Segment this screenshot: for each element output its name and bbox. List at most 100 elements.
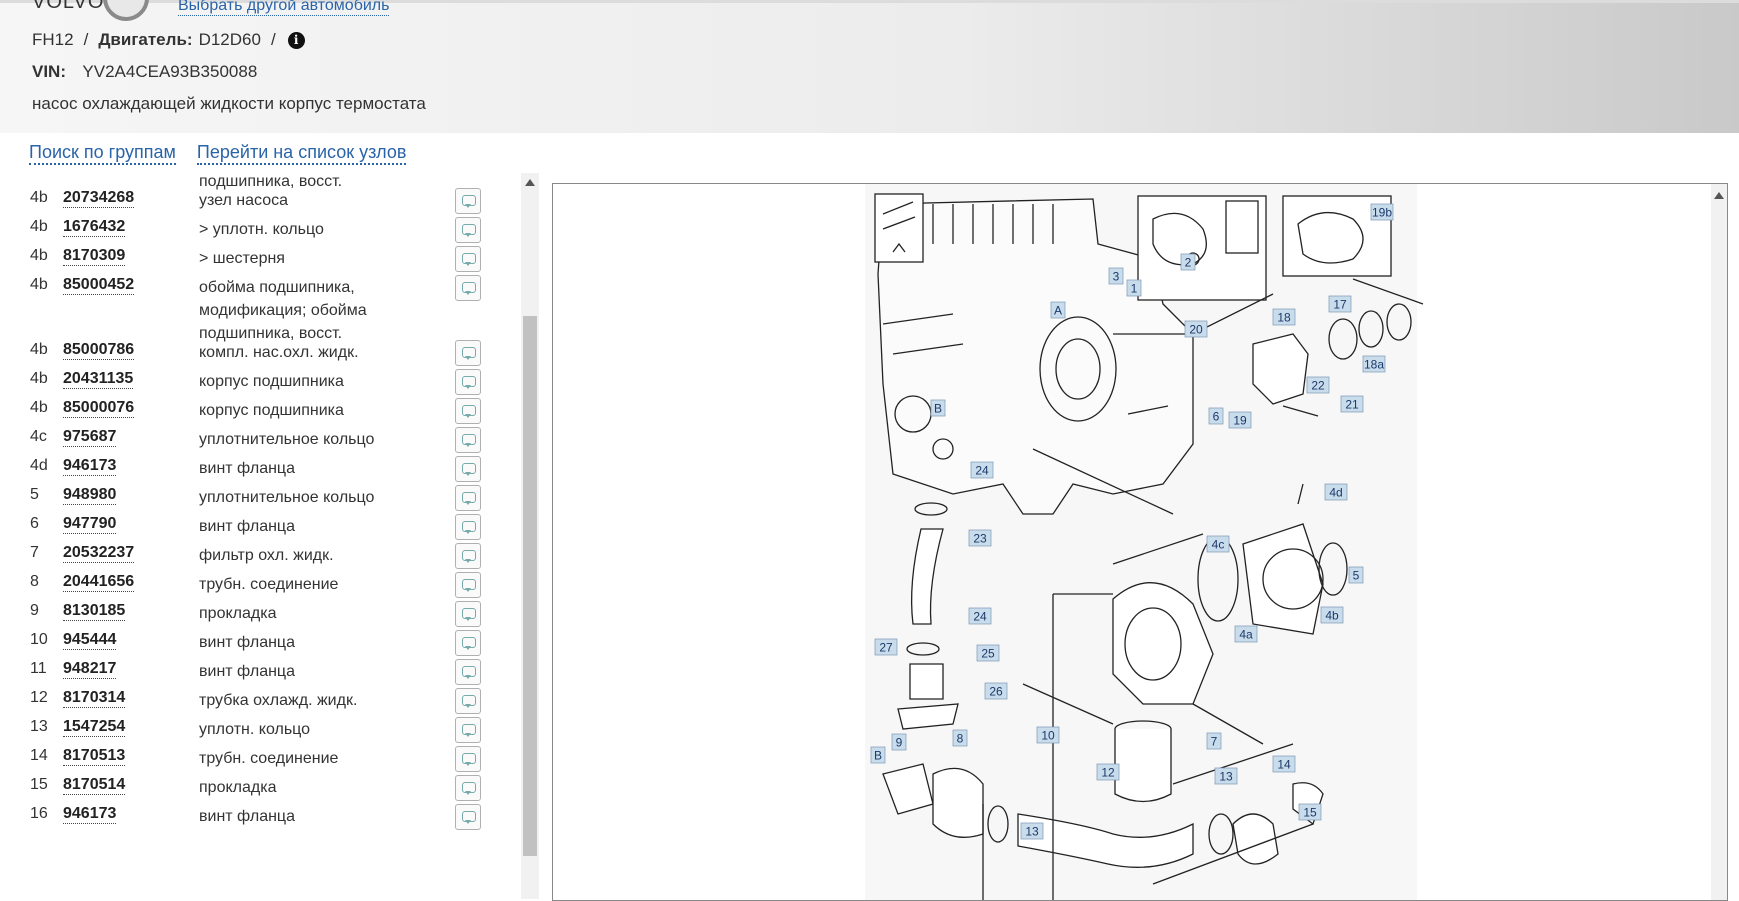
comment-icon[interactable] xyxy=(455,630,481,656)
part-number-link[interactable]: 85000076 xyxy=(63,399,135,418)
comment-icon[interactable] xyxy=(455,369,481,395)
comment-icon[interactable] xyxy=(455,246,481,272)
diagram-callout-label[interactable]: 2 xyxy=(1185,256,1192,270)
diagram-callout-label[interactable]: 12 xyxy=(1101,766,1115,780)
diagram-callout-label[interactable]: 4b xyxy=(1325,609,1339,623)
diagram-callout-label[interactable]: 6 xyxy=(1213,410,1220,424)
part-description: винт фланца xyxy=(199,518,295,535)
part-position: 4d xyxy=(30,457,48,474)
part-description: уплотнительное кольцо xyxy=(199,431,375,448)
diagram-callout-label[interactable]: 8 xyxy=(957,732,964,746)
part-number-link[interactable]: 8130185 xyxy=(63,602,126,621)
breadcrumb-model[interactable]: FH12 xyxy=(32,30,74,50)
comment-icon[interactable] xyxy=(455,217,481,243)
diagram-callout-label[interactable]: 20 xyxy=(1189,323,1203,337)
scrollbar-thumb[interactable] xyxy=(523,316,537,856)
comment-icon[interactable] xyxy=(455,746,481,772)
diagram-callout-label[interactable]: 13 xyxy=(1219,770,1233,784)
part-number-link[interactable]: 8170314 xyxy=(63,689,126,708)
part-position: 4b xyxy=(30,218,48,235)
comment-icon[interactable] xyxy=(455,601,481,627)
diagram-callout-label[interactable]: 19 xyxy=(1233,414,1247,428)
comment-icon[interactable] xyxy=(455,659,481,685)
diagram-callout-label[interactable]: 13 xyxy=(1025,825,1039,839)
part-position: 4b xyxy=(30,247,48,264)
part-number-link[interactable]: 975687 xyxy=(63,428,117,447)
comment-icon[interactable] xyxy=(455,456,481,482)
search-by-groups-link[interactable]: Поиск по группам xyxy=(29,142,176,165)
go-to-nodes-link[interactable]: Перейти на список узлов xyxy=(196,142,407,165)
diagram-callout-label[interactable]: 17 xyxy=(1333,298,1347,312)
part-number-link[interactable]: 946173 xyxy=(63,805,117,824)
part-description: корпус подшипника xyxy=(199,373,344,390)
part-number-link[interactable]: 20734268 xyxy=(63,189,135,208)
comment-icon[interactable] xyxy=(455,717,481,743)
diagram-callout-label[interactable]: 14 xyxy=(1277,758,1291,772)
parts-list-scrollbar[interactable] xyxy=(521,173,539,899)
engine-value[interactable]: D12D60 xyxy=(199,30,261,50)
diagram-callout-label[interactable]: 4d xyxy=(1329,486,1342,500)
comment-icon[interactable] xyxy=(455,275,481,301)
part-number-link[interactable]: 20441656 xyxy=(63,573,135,592)
breadcrumb: FH12 / Двигатель: D12D60 / i xyxy=(32,30,305,50)
diagram-callout-label[interactable]: 1 xyxy=(1131,282,1138,296)
part-position: 14 xyxy=(30,747,48,764)
diagram-callout-label[interactable]: 25 xyxy=(981,647,995,661)
diagram-callout-label[interactable]: 3 xyxy=(1113,270,1120,284)
diagram-callout-label[interactable]: 4c xyxy=(1212,538,1225,552)
part-number-link[interactable]: 20431135 xyxy=(63,370,134,389)
diagram-callout-label[interactable]: 9 xyxy=(896,736,903,750)
diagram-callout-label[interactable]: 27 xyxy=(879,641,893,655)
part-number-link[interactable]: 85000452 xyxy=(63,276,135,295)
comment-icon[interactable] xyxy=(455,572,481,598)
comment-icon[interactable] xyxy=(455,688,481,714)
diagram-callout-label[interactable]: 5 xyxy=(1353,569,1360,583)
diagram-callout-label[interactable]: 4a xyxy=(1239,628,1253,642)
diagram-callout-label[interactable]: 23 xyxy=(973,532,987,546)
change-vehicle-link[interactable]: Выбрать другой автомобиль xyxy=(178,0,390,16)
diagram-callout-label[interactable]: 21 xyxy=(1345,398,1359,412)
diagram-callout-label[interactable]: 26 xyxy=(989,685,1003,699)
part-number-link[interactable]: 20532237 xyxy=(63,544,135,563)
diagram-callout-label[interactable]: 15 xyxy=(1303,806,1317,820)
diagram-callout-label[interactable]: 24 xyxy=(973,610,987,624)
part-number-link[interactable]: 948980 xyxy=(63,486,117,505)
info-icon[interactable]: i xyxy=(287,31,305,49)
part-number-link[interactable]: 1547254 xyxy=(63,718,126,737)
diagram-callout-label[interactable]: A xyxy=(1054,304,1062,318)
diagram-callout-label[interactable]: 7 xyxy=(1211,735,1218,749)
comment-icon[interactable] xyxy=(455,188,481,214)
part-number-link[interactable]: 946173 xyxy=(63,457,117,476)
comment-icon[interactable] xyxy=(455,427,481,453)
comment-icon[interactable] xyxy=(455,775,481,801)
part-number-link[interactable]: 8170309 xyxy=(63,247,126,266)
comment-icon[interactable] xyxy=(455,514,481,540)
diagram-scrollbar[interactable] xyxy=(1711,184,1727,900)
nav-links: Поиск по группам Перейти на список узлов xyxy=(29,142,422,165)
part-number-link[interactable]: 948217 xyxy=(63,660,117,679)
comment-icon[interactable] xyxy=(455,543,481,569)
part-number-link[interactable]: 8170514 xyxy=(63,776,126,795)
part-number-link[interactable]: 85000786 xyxy=(63,341,135,360)
diagram-callout-label[interactable]: 18a xyxy=(1364,358,1384,372)
diagram-callout-label[interactable]: 19b xyxy=(1372,206,1392,220)
diagram-callout-label[interactable]: 18 xyxy=(1277,311,1291,325)
diagram-callout-label[interactable]: B xyxy=(934,402,942,416)
scroll-up-arrow-icon[interactable] xyxy=(1714,192,1724,199)
diagram-callout-label[interactable]: 24 xyxy=(975,464,989,478)
part-number-link[interactable]: 945444 xyxy=(63,631,117,650)
part-number-link[interactable]: 947790 xyxy=(63,515,117,534)
part-description: винт фланца xyxy=(199,808,295,825)
comment-icon[interactable] xyxy=(455,485,481,511)
comment-icon[interactable] xyxy=(455,398,481,424)
part-description: фильтр охл. жидк. xyxy=(199,547,334,564)
comment-icon[interactable] xyxy=(455,804,481,830)
diagram-callout-label[interactable]: B xyxy=(874,749,882,763)
diagram-callout-label[interactable]: 22 xyxy=(1311,379,1325,393)
comment-icon[interactable] xyxy=(455,340,481,366)
breadcrumb-separator: / xyxy=(270,30,276,49)
diagram-callout-label[interactable]: 10 xyxy=(1041,729,1055,743)
part-number-link[interactable]: 1676432 xyxy=(63,218,126,237)
part-number-link[interactable]: 8170513 xyxy=(63,747,126,766)
scroll-up-arrow-icon[interactable] xyxy=(525,179,535,186)
